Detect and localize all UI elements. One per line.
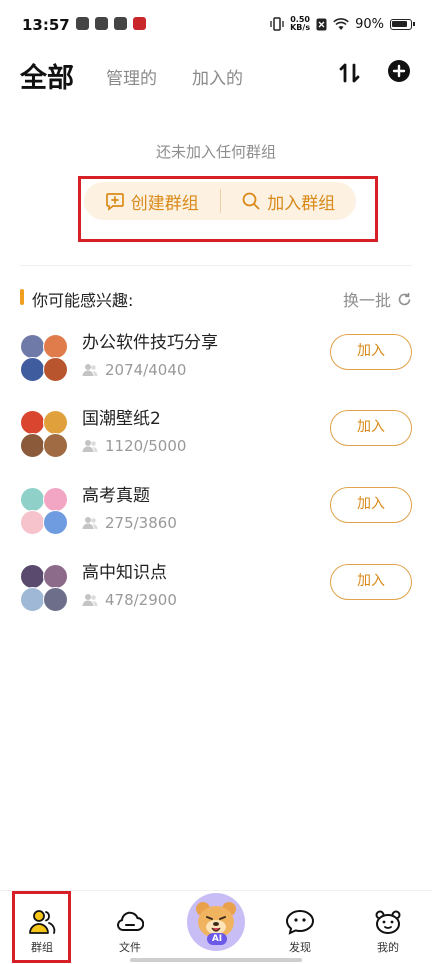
member-avatar bbox=[20, 510, 45, 535]
highlight-box bbox=[12, 891, 71, 963]
member-avatar bbox=[43, 334, 68, 359]
group-avatar bbox=[20, 334, 68, 382]
members-icon bbox=[82, 517, 98, 529]
notification-icons bbox=[76, 17, 146, 30]
app-notification-icon bbox=[95, 17, 108, 30]
wifi-icon bbox=[333, 17, 349, 30]
nav-item-files[interactable]: 文件 bbox=[100, 909, 160, 955]
sort-icon[interactable] bbox=[336, 60, 364, 86]
empty-state-message: 还未加入任何群组 bbox=[155, 143, 276, 161]
refresh-button[interactable]: 换一批 bbox=[343, 287, 412, 311]
join-button[interactable]: 加入 bbox=[330, 334, 412, 370]
recommend-title: 你可能感兴趣: bbox=[32, 291, 134, 310]
group-avatar bbox=[20, 487, 68, 535]
member-count: 275/3860 bbox=[105, 514, 177, 532]
group-avatar bbox=[20, 410, 68, 458]
group-name: 高考真题 bbox=[82, 486, 150, 506]
member-avatar bbox=[43, 357, 68, 382]
sim-icon bbox=[316, 18, 327, 30]
member-avatar bbox=[20, 564, 45, 589]
nav-label: 文件 bbox=[119, 941, 141, 954]
group-members: 478/2900 bbox=[82, 591, 177, 609]
member-avatar bbox=[20, 487, 45, 512]
group-avatar bbox=[20, 564, 68, 612]
ai-badge: AI bbox=[207, 933, 227, 945]
refresh-label: 换一批 bbox=[342, 291, 391, 310]
plus-icon bbox=[392, 64, 406, 78]
member-avatar bbox=[20, 587, 45, 612]
tab-all[interactable]: 全部 bbox=[20, 56, 74, 95]
app-notification-icon bbox=[76, 17, 89, 30]
section-accent-bar bbox=[20, 289, 24, 305]
member-count: 2074/4040 bbox=[105, 361, 187, 379]
vibrate-icon bbox=[270, 17, 284, 31]
join-button[interactable]: 加入 bbox=[330, 487, 412, 523]
battery-percent: 90% bbox=[355, 16, 384, 32]
join-button[interactable]: 加入 bbox=[330, 410, 412, 446]
highlight-box bbox=[78, 176, 378, 242]
group-row[interactable]: 高考真题 275/3860 加入 bbox=[20, 486, 412, 547]
chat-face-icon bbox=[285, 909, 315, 935]
battery-icon bbox=[390, 18, 415, 30]
nav-item-me[interactable]: 我的 bbox=[358, 909, 418, 955]
group-members: 2074/4040 bbox=[82, 361, 186, 379]
system-indicators: 0.50 KB/s 90% bbox=[270, 16, 415, 32]
group-row[interactable]: 国潮壁纸2 1120/5000 加入 bbox=[20, 409, 412, 470]
status-time: 13:57 bbox=[22, 16, 70, 34]
group-name: 高中知识点 bbox=[82, 563, 167, 583]
member-avatar bbox=[43, 510, 68, 535]
member-count: 478/2900 bbox=[105, 591, 177, 609]
cloud-icon bbox=[117, 911, 144, 931]
tab-managed[interactable]: 管理的 bbox=[106, 64, 157, 89]
add-button[interactable] bbox=[388, 60, 410, 82]
member-avatar bbox=[20, 334, 45, 359]
member-avatar bbox=[20, 410, 45, 435]
app-notification-icon bbox=[133, 17, 146, 30]
member-avatar bbox=[20, 357, 45, 382]
group-members: 1120/5000 bbox=[82, 437, 186, 455]
group-members: 275/3860 bbox=[82, 514, 177, 532]
join-button[interactable]: 加入 bbox=[330, 564, 412, 600]
nav-label: 我的 bbox=[377, 941, 399, 954]
net-speed: 0.50 KB/s bbox=[290, 16, 310, 32]
member-avatar bbox=[43, 433, 68, 458]
bear-face-icon bbox=[375, 910, 401, 934]
member-avatar bbox=[43, 564, 68, 589]
nav-label: 发现 bbox=[289, 941, 311, 954]
member-avatar bbox=[20, 433, 45, 458]
member-count: 1120/5000 bbox=[105, 437, 187, 455]
member-avatar bbox=[43, 587, 68, 612]
group-row[interactable]: 办公软件技巧分享 2074/4040 加入 bbox=[20, 333, 412, 394]
tab-joined[interactable]: 加入的 bbox=[192, 64, 243, 89]
group-row[interactable]: 高中知识点 478/2900 加入 bbox=[20, 563, 412, 624]
nav-item-discover[interactable]: 发现 bbox=[270, 909, 330, 955]
net-speed-unit: KB/s bbox=[290, 23, 311, 32]
header: 全部 管理的 加入的 bbox=[0, 50, 432, 100]
group-name: 办公软件技巧分享 bbox=[82, 333, 218, 353]
recommend-header: 你可能感兴趣: 换一批 bbox=[20, 286, 412, 310]
members-icon bbox=[82, 594, 98, 606]
members-icon bbox=[82, 440, 98, 452]
member-avatar bbox=[43, 410, 68, 435]
home-indicator bbox=[130, 958, 302, 962]
divider bbox=[20, 265, 412, 266]
status-bar: 13:57 0.50 KB/s 90% bbox=[0, 0, 432, 50]
group-name: 国潮壁纸2 bbox=[82, 409, 161, 429]
member-avatar bbox=[43, 487, 68, 512]
members-icon bbox=[82, 364, 98, 376]
refresh-icon bbox=[398, 292, 411, 305]
mail-icon bbox=[114, 17, 127, 30]
